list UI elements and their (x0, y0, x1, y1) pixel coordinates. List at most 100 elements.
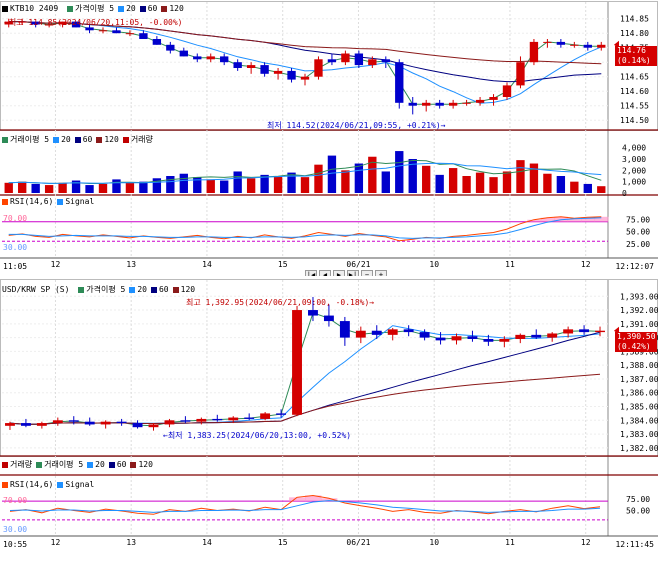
ktb10-volume-legend-swatch-icon (74, 136, 81, 143)
candle-body (193, 56, 202, 60)
ktb10-volume-legend-entry: 120 (104, 135, 119, 144)
date-tick-label: 12 (581, 538, 591, 547)
usdkrw-ma-legend-swatch-icon (129, 286, 136, 293)
volume-bar (395, 151, 404, 193)
scroll-right-icon[interactable]: ▶ (333, 270, 345, 276)
usdkrw-time-start: 10:55 (3, 540, 28, 549)
candle-body (395, 62, 404, 103)
ktb10-ma-legend-swatch-icon (67, 5, 73, 12)
candle-body (260, 65, 269, 74)
volume-bar (85, 185, 94, 193)
rsi-overbought-fill (289, 497, 306, 502)
usdkrw-rsi-legend: RSI(14,6) Signal (2, 480, 98, 489)
moving-average-line (9, 325, 601, 425)
candle-body (180, 420, 191, 422)
usdkrw-chart-canvas[interactable]: 1,393.001,392.001,391.001,390.001,389.00… (0, 278, 658, 563)
rsi-tick-label: 50.00 (626, 228, 650, 237)
rsi-tick-label: 50.00 (626, 507, 650, 516)
usdkrw-price-label: 1,390.50 (0.42%) (615, 332, 657, 352)
volume-bar (516, 160, 525, 193)
candle-body (166, 44, 175, 51)
ktb10-ma-legend-swatch-icon (139, 5, 146, 12)
ktb10-time-end: 12:12:07 (615, 262, 654, 271)
ktb10-rsi-header: RSI(14,6) Signal (2, 197, 98, 206)
price-tick-label: 1,393.00 (620, 292, 658, 301)
candle-body (341, 53, 350, 63)
date-tick-label: 13 (126, 538, 136, 547)
ktb10-volume-legend: 거래이평 5 20 60 120 거래량 (2, 135, 157, 144)
candle-body (327, 59, 337, 63)
rsi-tick-label: 75.00 (626, 495, 650, 504)
candle-body (206, 56, 215, 60)
candle-body (515, 334, 526, 339)
ktb10-volume-legend-swatch-icon (53, 136, 60, 143)
candle-body (308, 310, 318, 316)
usdkrw-volume-legend-swatch-icon (87, 461, 94, 468)
usdkrw-volume-legend-swatch-icon (130, 461, 137, 468)
ktb10-last-price: 114.76 (617, 46, 646, 55)
usdkrw-ma-legend-entry: 120 (180, 285, 196, 294)
volume-bar (179, 173, 188, 193)
usdkrw-volume-legend-entry: 20 (95, 460, 105, 469)
price-tick-label: 1,391.00 (620, 320, 658, 329)
price-tick-label: 1,392.00 (620, 306, 658, 315)
date-tick-label: 11 (505, 260, 515, 269)
volume-bar (529, 163, 539, 193)
moving-average-line (9, 331, 601, 425)
usdkrw-ma-legend-swatch-icon (150, 286, 157, 293)
candle-body (516, 62, 525, 86)
volume-bar (206, 179, 215, 193)
candle-body (556, 41, 566, 45)
candle-body (531, 334, 542, 338)
usdkrw-high-annotation: 최고 1,392.95(2024/06/21,09:00, -0.18%)→ (186, 298, 375, 307)
volume-bar (354, 163, 364, 193)
price-tick-label: 1,387.00 (620, 375, 658, 384)
volume-bar (327, 155, 337, 193)
candle-body (116, 421, 127, 424)
ktb10-rsi-legend-entry: Signal (65, 197, 95, 206)
ktb10-volume-legend-entry: 거래량 (130, 135, 153, 144)
ktb10-ma-legend-entry: 20 (126, 4, 136, 13)
candle-body (273, 70, 283, 74)
ktb10-volume-legend-entry: 거래이평 5 (10, 135, 50, 144)
price-tick-label: 1,384.00 (620, 416, 658, 425)
price-tick-label: 114.80 (620, 29, 649, 38)
usdkrw-rsi-header: RSI(14,6) Signal (2, 480, 98, 489)
scroll-last-icon[interactable]: ▶| (347, 270, 359, 276)
volume-bar (139, 181, 148, 193)
volume-bar (233, 171, 242, 193)
candle-body (570, 44, 579, 46)
candle-body (196, 418, 207, 422)
volume-bar (31, 183, 40, 193)
price-tick-label: 114.55 (620, 102, 649, 111)
usdkrw-chart-panel: 1,393.001,392.001,391.001,390.001,389.00… (0, 278, 658, 563)
volume-bar (570, 181, 579, 193)
volume-tick-label: 1,000 (622, 178, 646, 187)
candle-body (339, 321, 350, 338)
candle-body (152, 39, 162, 45)
volume-bar (502, 171, 512, 193)
volume-tick-label: 4,000 (622, 144, 646, 153)
price-tick-label: 1,386.00 (620, 389, 658, 398)
ktb10-volume-legend-swatch-icon (96, 136, 103, 143)
candle-body (579, 329, 590, 333)
scroll-left-icon[interactable]: ◀ (319, 270, 331, 276)
volume-bar (44, 185, 54, 193)
ktb10-ma-legend-entry: 60 (147, 4, 158, 13)
candle-body (292, 310, 302, 415)
moving-average-line (8, 21, 602, 83)
candle-body (448, 102, 458, 106)
date-tick-label: 15 (278, 260, 288, 269)
ktb10-ma-legend-entry: 가격이평 5 (75, 4, 115, 13)
zoom-out-icon[interactable]: − (361, 270, 373, 276)
volume-bar (18, 181, 27, 193)
usdkrw-ma-legend-entry: 60 (158, 285, 169, 294)
volume-bar (448, 168, 458, 193)
candle-body (583, 44, 592, 48)
price-tick-label: 1,383.00 (620, 430, 658, 439)
zoom-in-icon[interactable]: + (375, 270, 387, 276)
moving-average-line (9, 312, 601, 427)
usdkrw-rsi-lower: 30.00 (3, 525, 28, 534)
candle-body (435, 102, 444, 106)
scroll-first-icon[interactable]: |◀ (305, 270, 317, 276)
